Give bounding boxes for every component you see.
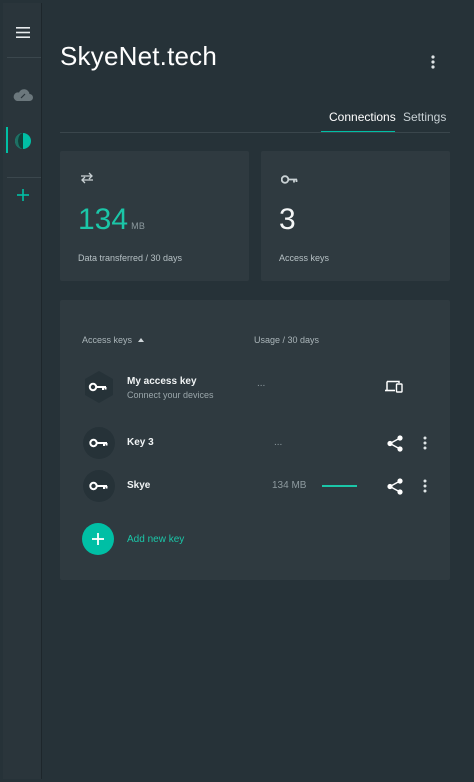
menu-button[interactable] [3,17,42,47]
key-avatar [83,370,115,404]
add-key-button[interactable] [82,523,114,555]
usage-bar [322,485,357,487]
share-key-button[interactable] [385,474,405,498]
sort-access-keys-header[interactable]: Access keys [82,335,145,345]
sort-arrow-icon [138,338,145,342]
sidebar-divider [7,57,41,58]
table-row: Key 3 ... [60,427,450,467]
table-row: My access key Connect your devices ... [60,370,450,410]
access-keys-card: 3 Access keys [261,151,450,281]
server-sidebar [3,3,42,779]
server-icon [14,133,31,149]
share-key-button[interactable] [385,431,405,455]
devices-icon [385,380,403,393]
server-more-button[interactable] [423,51,443,73]
key-avatar [83,427,115,459]
tab-bar: Connections Settings [321,103,454,135]
sidebar-item-server[interactable] [3,124,42,158]
share-icon [387,434,403,452]
data-transferred-card: 134 MB Data transferred / 30 days [60,151,249,281]
tab-settings[interactable]: Settings [395,103,454,133]
header-access-keys: Access keys [82,335,133,345]
add-key-label[interactable]: Add new key [127,534,184,545]
header-usage: Usage / 30 days [254,335,320,345]
connect-devices-button[interactable] [384,376,404,396]
key-subtitle: Connect your devices [127,390,214,400]
cloud-icon [13,89,33,101]
key-name: Skye [127,480,151,491]
key-usage: ... [257,378,266,389]
more-vert-icon [423,436,427,450]
app-window: SkyeNet.tech Connections Settings 134 MB … [3,3,471,779]
key-avatar [83,470,115,502]
access-keys-count: 3 [279,203,296,236]
data-transferred-value: 134 MB [78,203,146,236]
add-server-button[interactable] [3,183,42,207]
table-row: Skye 134 MB [60,470,450,510]
share-icon [387,477,403,495]
tabs-divider [60,132,450,133]
key-more-button[interactable] [417,432,433,454]
key-usage: 134 MB [272,480,307,491]
data-unit: MB [131,221,146,231]
more-vert-icon [431,55,435,69]
menu-icon [15,26,30,38]
swap-icon [80,171,94,189]
more-vert-icon [423,479,427,493]
key-more-button[interactable] [417,475,433,497]
sidebar-divider [7,177,41,178]
add-icon [92,533,104,545]
sidebar-item-cloud[interactable] [3,81,42,109]
access-keys-panel: Access keys Usage / 30 days My access ke… [60,300,450,580]
key-name: My access key [127,376,197,387]
key-name: Key 3 [127,437,154,448]
data-transferred-label: Data transferred / 30 days [78,253,183,263]
key-icon [280,171,298,189]
server-title: SkyeNet.tech [60,41,218,71]
tab-connections[interactable]: Connections [321,103,396,133]
add-icon [16,189,29,201]
access-keys-label: Access keys [279,253,330,263]
key-usage: ... [274,437,283,448]
